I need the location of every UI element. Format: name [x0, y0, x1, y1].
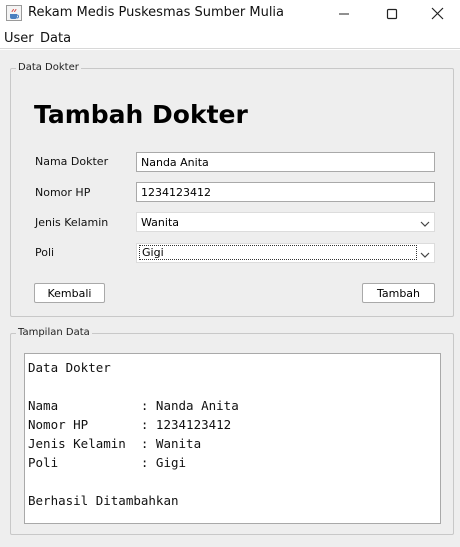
- page-heading: Tambah Dokter: [34, 100, 248, 129]
- minimize-button[interactable]: [321, 0, 367, 28]
- java-cup-icon: [6, 5, 22, 21]
- nama-dokter-label: Nama Dokter: [35, 155, 109, 168]
- tampilan-data-group-title: Tampilan Data: [16, 327, 92, 338]
- data-dokter-group-title: Data Dokter: [16, 62, 81, 73]
- maximize-button[interactable]: [369, 0, 415, 28]
- poli-value: Gigi: [139, 245, 417, 260]
- poli-select[interactable]: Gigi: [136, 243, 435, 263]
- nomor-hp-input[interactable]: 1234123412: [136, 182, 435, 202]
- window-title: Rekam Medis Puskesmas Sumber Mulia: [28, 5, 285, 20]
- nomor-hp-label: Nomor HP: [35, 186, 91, 199]
- jenis-kelamin-label: Jenis Kelamin: [35, 216, 109, 229]
- menu-bar: User Data: [0, 29, 460, 49]
- close-button[interactable]: [414, 0, 460, 28]
- chevron-down-icon: [420, 249, 430, 258]
- title-bar: Rekam Medis Puskesmas Sumber Mulia: [0, 0, 460, 28]
- maximize-icon: [386, 5, 398, 24]
- kembali-button[interactable]: Kembali: [34, 283, 105, 303]
- menu-user[interactable]: User: [4, 31, 34, 46]
- nama-dokter-input[interactable]: Nanda Anita: [136, 152, 435, 172]
- jenis-kelamin-value: Wanita: [141, 216, 179, 229]
- poli-label: Poli: [35, 246, 55, 259]
- jenis-kelamin-select[interactable]: Wanita: [136, 212, 435, 232]
- tambah-button[interactable]: Tambah: [362, 283, 435, 303]
- output-text-area[interactable]: Data Dokter Nama : Nanda Anita Nomor HP …: [24, 353, 441, 524]
- close-icon: [431, 5, 444, 24]
- minimize-icon: [338, 5, 350, 24]
- menu-data[interactable]: Data: [40, 31, 71, 46]
- chevron-down-icon: [420, 218, 430, 227]
